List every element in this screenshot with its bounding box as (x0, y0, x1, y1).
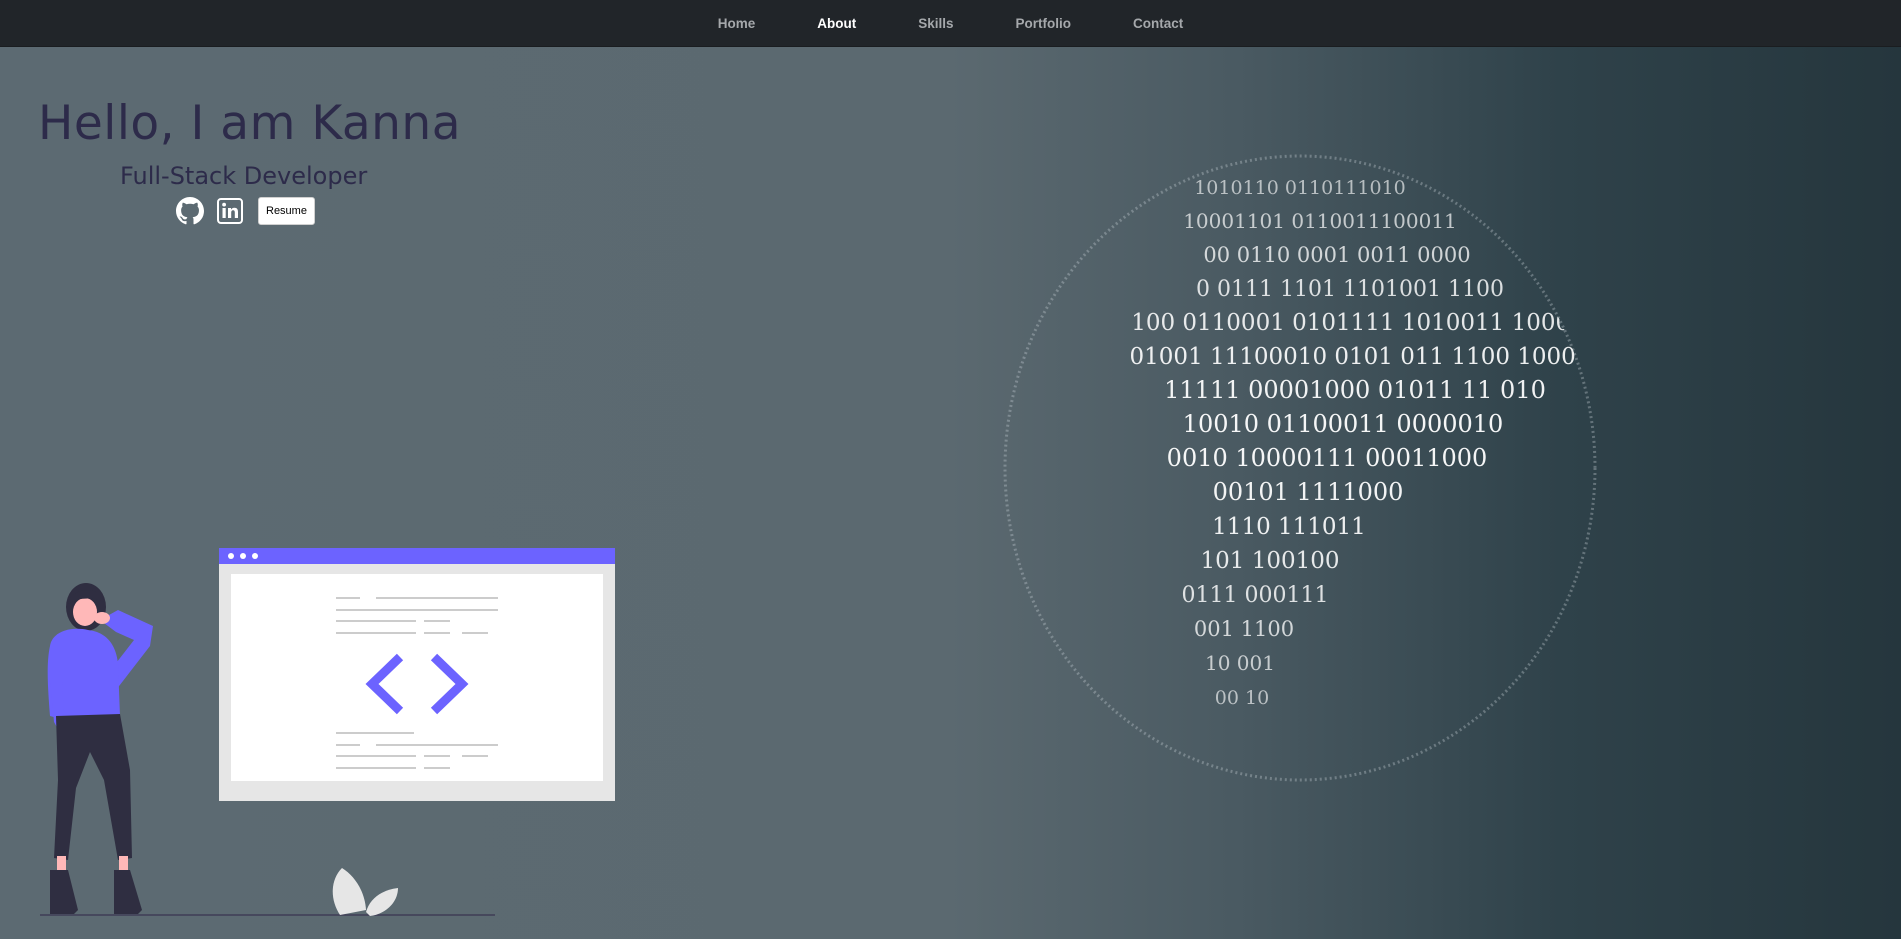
globe-binary-row: 10 001 (1205, 651, 1275, 675)
nav-link-contact[interactable]: Contact (1133, 16, 1183, 31)
woman-illustration (47, 583, 153, 914)
globe-binary-row: 1010110 0110111010 (1194, 177, 1406, 199)
navbar: Home About Skills Portfolio Contact (0, 0, 1901, 47)
binary-globe-graphic: 1010110 0110111010 10001101 0110011100011… (1003, 154, 1597, 782)
developer-illustration (40, 548, 615, 916)
globe-binary-row: 1110 111011 (1212, 514, 1366, 540)
linkedin-icon[interactable] (215, 196, 245, 226)
hero-title: Hello, I am Kanna (38, 96, 462, 151)
hero-subtitle: Full-Stack Developer (120, 162, 368, 190)
globe-binary-row: 10010 01100011 0000010 (1183, 410, 1504, 438)
social-links: Resume (175, 196, 315, 226)
plant-illustration (332, 868, 398, 916)
globe-binary-row: 101 100100 (1200, 548, 1339, 574)
nav-links: Home About Skills Portfolio Contact (0, 0, 1901, 46)
nav-link-home[interactable]: Home (718, 16, 756, 31)
github-icon[interactable] (175, 196, 205, 226)
nav-link-about[interactable]: About (817, 16, 856, 31)
globe-binary-text: 1010110 0110111010 10001101 0110011100011… (1130, 177, 1591, 709)
globe-binary-row: 10001101 0110011100011 (1183, 209, 1457, 233)
globe-binary-row: 00 0110 0001 0011 0000 (1203, 243, 1470, 267)
globe-binary-row: 100 0110001 0101111 1010011 10001 (1131, 310, 1585, 336)
globe-binary-row: 001 1100 (1194, 617, 1294, 641)
code-window-illustration (219, 548, 615, 801)
globe-binary-row: 0 0111 1101 1101001 1100 (1196, 277, 1504, 302)
nav-link-skills[interactable]: Skills (918, 16, 953, 31)
globe-binary-row: 00 10 (1215, 687, 1269, 709)
resume-button[interactable]: Resume (258, 197, 315, 225)
globe-binary-row: 0010 10000111 00011000 (1167, 444, 1488, 472)
globe-binary-row: 01001 11100010 0101 011 1100 10001 (1130, 344, 1591, 370)
nav-link-portfolio[interactable]: Portfolio (1016, 16, 1072, 31)
globe-binary-row: 11111 00001000 01011 11 010 (1164, 376, 1546, 404)
globe-binary-row: 0111 000111 (1182, 583, 1329, 608)
globe-binary-row: 00101 1111000 (1213, 478, 1404, 506)
